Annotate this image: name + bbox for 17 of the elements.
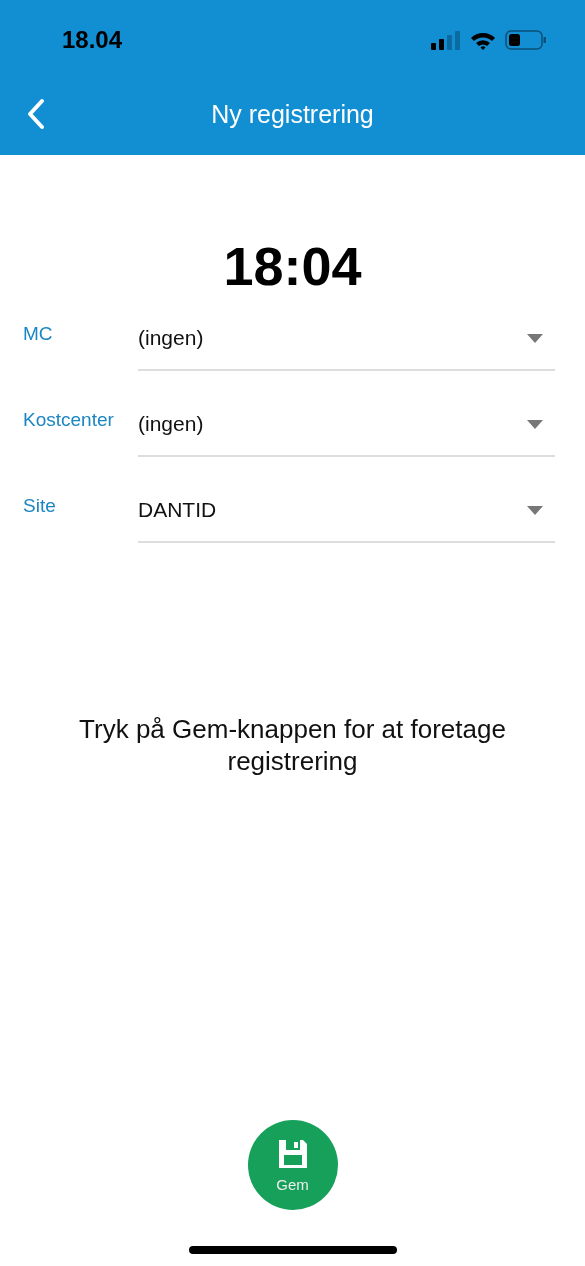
instruction-text: Tryk på Gem-knappen for at foretage registrering	[78, 713, 507, 777]
wifi-icon	[470, 30, 496, 50]
clock-time: 18:04	[222, 235, 363, 297]
field-label: MC	[23, 322, 54, 345]
back-icon[interactable]	[26, 98, 46, 130]
field-label: Kostcenter	[23, 408, 115, 431]
caret-icon	[527, 505, 543, 515]
signal-icon	[431, 30, 461, 50]
caret-icon	[527, 419, 543, 429]
caret-icon	[527, 333, 543, 343]
dropdown-field[interactable]: (ingen)	[138, 405, 555, 457]
field-label: Site	[23, 494, 57, 517]
dropdown-field[interactable]: (ingen)	[138, 319, 555, 371]
dropdown-field[interactable]: DANTID	[138, 491, 555, 543]
battery-icon	[505, 30, 547, 50]
status-time: 18.04	[62, 26, 123, 54]
screen-title: Ny registrering	[211, 99, 374, 129]
